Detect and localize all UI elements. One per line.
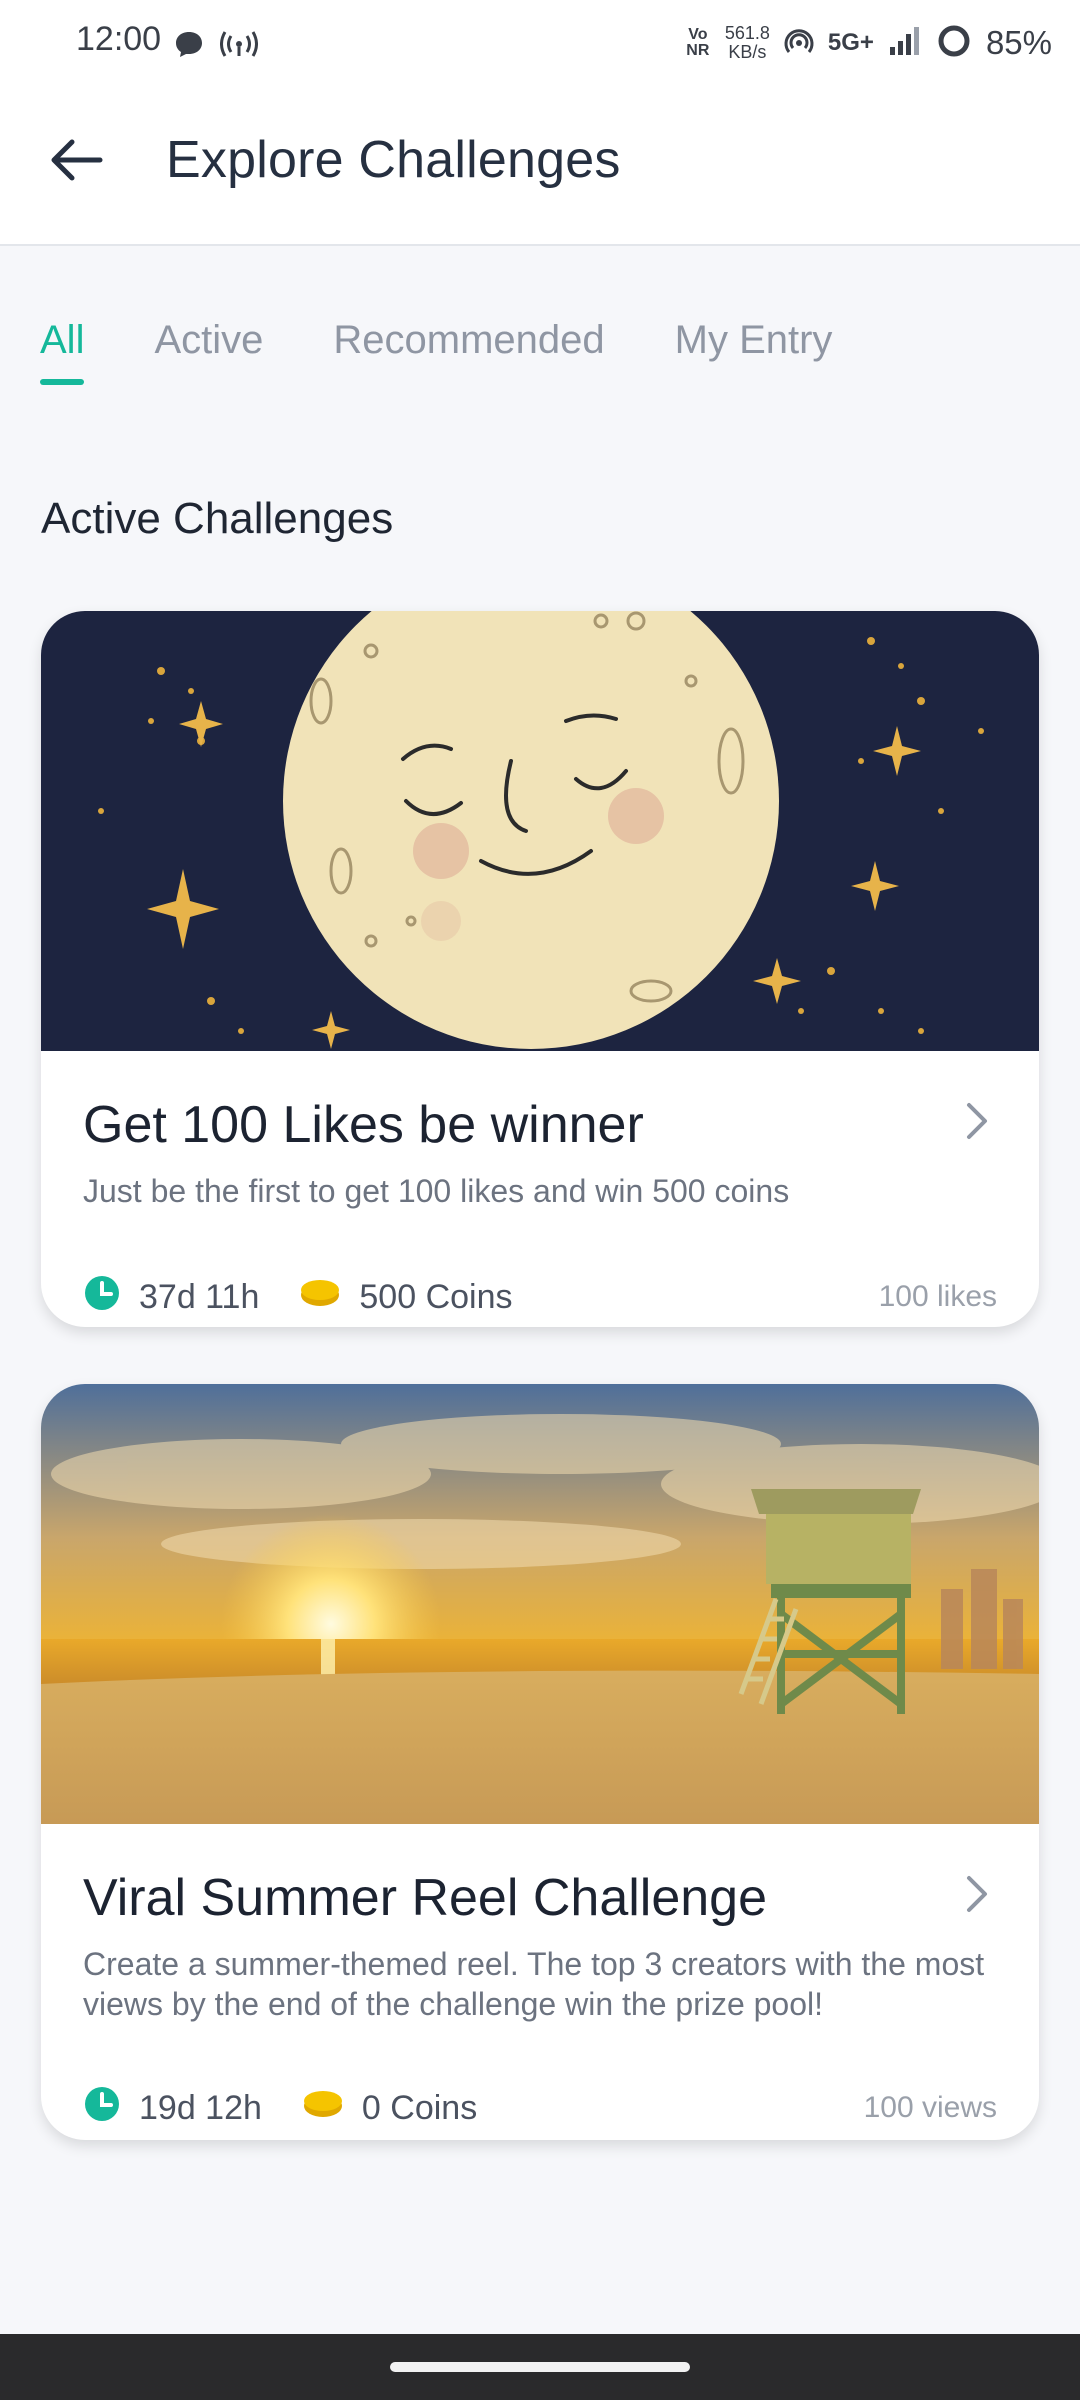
signal-strength-icon [888, 25, 922, 62]
section-title: Active Challenges [41, 494, 394, 543]
time-remaining-value: 19d 12h [139, 2088, 262, 2127]
filter-tabs: All Active Recommended My Entry [40, 318, 832, 385]
time-remaining-value: 37d 11h [139, 1277, 260, 1316]
status-bar: 12:00 Vo NR 561.8 KB/s 5G+ 85% [0, 0, 1080, 88]
beach-sunset-image [41, 1384, 1039, 1824]
reward: 500 Coins [299, 1277, 513, 1317]
app-header: Explore Challenges [0, 88, 1080, 246]
chevron-right-icon[interactable] [965, 1874, 989, 1919]
network-speed-value: 561.8 [724, 23, 770, 43]
chat-bubble-icon [174, 30, 204, 63]
back-button[interactable] [40, 126, 112, 198]
battery-ring-icon [936, 23, 972, 64]
challenge-title: Get 100 Likes be winner [83, 1096, 644, 1154]
moon-illustration-image [41, 611, 1039, 1051]
reward: 0 Coins [302, 2089, 477, 2128]
challenge-goal: 100 likes [878, 1280, 997, 1313]
clock-icon [83, 2085, 121, 2132]
tab-all[interactable]: All [40, 318, 85, 385]
clock-icon [83, 1274, 121, 1321]
coin-icon [302, 2089, 344, 2128]
tab-my-entry[interactable]: My Entry [675, 318, 833, 385]
challenge-card[interactable]: Get 100 Likes be winner Just be the firs… [41, 611, 1039, 1327]
back-arrow-icon [48, 138, 104, 187]
challenge-description: Create a summer-themed reel. The top 3 c… [83, 1946, 985, 2022]
reward-value: 500 Coins [359, 1277, 513, 1316]
hotspot-icon [784, 26, 814, 61]
time-remaining: 19d 12h [83, 2085, 262, 2132]
coin-icon [299, 1278, 341, 1317]
challenge-meta: 19d 12h 0 Coins 100 views [83, 2086, 997, 2130]
challenge-description: Just be the first to get 100 likes and w… [83, 1173, 790, 1209]
time-remaining: 37d 11h [83, 1274, 259, 1321]
status-time: 12:00 [76, 20, 162, 58]
reward-value: 0 Coins [361, 2088, 478, 2127]
home-indicator[interactable] [390, 2362, 690, 2372]
challenge-title: Viral Summer Reel Challenge [83, 1869, 768, 1927]
system-navigation-bar [0, 2334, 1080, 2400]
network-type: 5G+ [827, 29, 874, 56]
tab-recommended[interactable]: Recommended [333, 318, 604, 385]
challenge-goal: 100 views [863, 2091, 997, 2124]
hotspot-broadcast-icon [220, 28, 258, 65]
chevron-right-icon[interactable] [965, 1101, 989, 1146]
network-speed-unit: KB/s [728, 42, 767, 62]
vonr-indicator: Vo NR [686, 26, 710, 59]
page-title: Explore Challenges [166, 131, 621, 189]
challenge-card[interactable]: Viral Summer Reel Challenge Create a sum… [41, 1384, 1039, 2140]
network-speed: 561.8 KB/s [725, 24, 770, 62]
tab-active[interactable]: Active [154, 318, 263, 385]
status-indicators: Vo NR 561.8 KB/s 5G+ 85% [685, 18, 1052, 68]
battery-percentage: 85% [985, 24, 1052, 61]
challenge-meta: 37d 11h 500 Coins 100 likes [83, 1275, 997, 1319]
